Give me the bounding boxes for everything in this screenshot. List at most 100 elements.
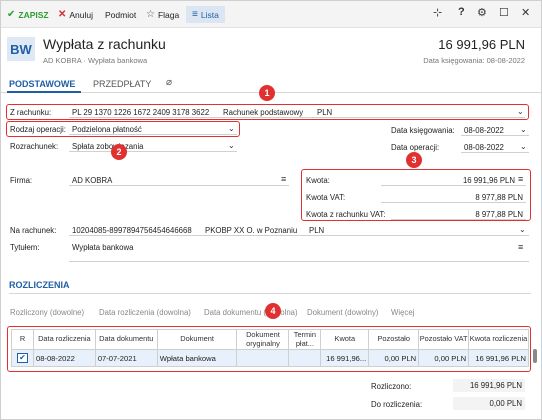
add-record-icon[interactable]: ⊹	[433, 6, 442, 19]
section-divider	[9, 293, 531, 294]
vat-label: Kwota VAT:	[306, 193, 346, 202]
filter-document[interactable]: Dokument (dowolny)	[307, 308, 379, 317]
settled-checkbox[interactable]: ✔	[11, 349, 34, 367]
settled-label: Rozliczono:	[371, 382, 412, 391]
page-subtitle: AD KOBRA · Wypłata bankowa	[43, 56, 148, 65]
cell-original	[236, 349, 290, 367]
filter-doc-date[interactable]: Data dokumentu (dowolna)	[204, 308, 298, 317]
column-header[interactable]: Kwota rozliczenia	[468, 329, 529, 350]
from-account-name: Rachunek podstawowy	[223, 108, 304, 117]
settlements-section-title: ROZLICZENIA	[9, 280, 70, 290]
check-icon: ✔	[7, 8, 16, 20]
cell-settle-amount: 16 991,96 PLN	[468, 349, 529, 367]
column-header[interactable]: Dokument	[156, 329, 238, 350]
active-tab-indicator	[7, 91, 81, 93]
column-header[interactable]: Kwota	[320, 329, 370, 350]
from-account-currency: PLN	[317, 108, 333, 117]
to-account-currency: PLN	[309, 226, 325, 235]
chevron-down-icon[interactable]: ⌄	[520, 142, 527, 151]
vat-account-label: Kwota z rachunku VAT:	[306, 210, 386, 219]
document-type-logo: BW	[7, 37, 35, 61]
flag-button[interactable]: ☆ Flaga	[146, 6, 179, 23]
callout-2: 2	[111, 144, 127, 160]
column-header[interactable]: R	[11, 329, 34, 350]
chevron-down-icon[interactable]: ⌄	[519, 225, 526, 234]
operation-type-label: Rodzaj operacji:	[10, 125, 66, 134]
title-label: Tytułem:	[10, 243, 40, 252]
filter-more[interactable]: Więcej	[391, 308, 414, 317]
settlement-value: Spłata zobowiązania	[72, 142, 144, 151]
save-button[interactable]: ✔ ZAPISZ	[7, 6, 49, 23]
header-booking-date: Data księgowania: 08-08-2022	[423, 56, 525, 65]
toolbar: ✔ ZAPISZ ✕ Anuluj Podmiot ☆ Flaga ≡ List…	[1, 1, 541, 28]
chevron-down-icon[interactable]: ⌄	[228, 141, 235, 150]
list-button[interactable]: ≡ Lista	[186, 6, 225, 23]
to-account-bank: PKOBP XX O. w Poznaniu	[205, 226, 298, 235]
column-header[interactable]: Dokument oryginalny	[236, 329, 290, 350]
column-header[interactable]: Data dokumentu	[94, 329, 158, 350]
operation-type-value: Podzielona płatność	[72, 125, 142, 134]
table-scrollbar[interactable]	[533, 349, 537, 363]
settlements-table: R Data rozliczenia Data dokumentu Dokume…	[11, 329, 529, 367]
menu-icon[interactable]: ≡	[518, 242, 523, 252]
booking-date-value: 08-08-2022	[464, 126, 504, 135]
close-window-icon[interactable]: ✕	[521, 6, 530, 19]
cell-amount: 16 991,96...	[320, 349, 370, 367]
tab-basic[interactable]: PODSTAWOWE	[9, 79, 75, 89]
chevron-down-icon[interactable]: ⌄	[520, 125, 527, 134]
booking-date-label: Data księgowania:	[391, 126, 455, 135]
settlement-label: Rozrachunek:	[10, 142, 59, 151]
amount-label: Kwota:	[306, 176, 330, 185]
company-value: AD KOBRA	[72, 176, 113, 185]
settled-value: 16 991,96 PLN	[453, 379, 525, 392]
from-account-number: PL 29 1370 1226 1672 2409 3178 3622	[72, 108, 210, 117]
vat-account-value: 8 977,88 PLN	[475, 210, 523, 219]
help-icon[interactable]: ?	[458, 6, 465, 18]
operation-date-label: Data operacji:	[391, 143, 440, 152]
column-header[interactable]: Pozostało	[368, 329, 420, 350]
to-settle-label: Do rozliczenia:	[371, 400, 423, 409]
list-icon: ≡	[192, 8, 198, 20]
attachment-icon[interactable]: ⌀	[166, 77, 172, 88]
menu-icon[interactable]: ≡	[281, 174, 286, 184]
close-icon: ✕	[58, 8, 67, 20]
operation-date-value: 08-08-2022	[464, 143, 504, 152]
star-icon: ☆	[146, 8, 155, 20]
menu-icon[interactable]: ≡	[518, 174, 523, 184]
page-title: Wypłata z rachunku	[43, 36, 166, 52]
cancel-button[interactable]: ✕ Anuluj	[58, 6, 93, 23]
cell-term	[288, 349, 322, 367]
gear-icon[interactable]: ⚙	[477, 6, 487, 19]
to-settle-value: 0,00 PLN	[453, 397, 525, 410]
cell-settle-date: 08-08-2022	[32, 349, 96, 367]
filter-settle-date[interactable]: Data rozliczenia (dowolna)	[99, 308, 191, 317]
from-account-label: Z rachunku:	[10, 108, 52, 117]
column-header[interactable]: Data rozliczenia	[32, 329, 96, 350]
column-header[interactable]: Pozostało VAT	[418, 329, 470, 350]
table-header-row: R Data rozliczenia Data dokumentu Dokume…	[11, 329, 529, 350]
callout-3: 3	[406, 152, 422, 168]
chevron-down-icon[interactable]: ⌄	[228, 124, 235, 133]
callout-1: 1	[259, 85, 275, 101]
column-header[interactable]: Termin płat...	[288, 329, 322, 350]
maximize-icon[interactable]: ☐	[499, 6, 509, 19]
subject-button[interactable]: Podmiot	[105, 6, 136, 23]
header-amount: 16 991,96 PLN	[438, 37, 525, 52]
check-icon: ✔	[16, 353, 28, 363]
vat-value: 8 977,88 PLN	[475, 193, 523, 202]
title-value: Wypłata bankowa	[72, 243, 134, 252]
tab-prepayments[interactable]: PRZEDPŁATY	[93, 79, 151, 89]
callout-4: 4	[265, 303, 281, 319]
cell-doc-date: 07-07-2021	[94, 349, 158, 367]
cell-remaining-vat: 0,00 PLN	[418, 349, 470, 367]
filter-settled[interactable]: Rozliczony (dowolne)	[10, 308, 84, 317]
cell-document: Wpłata bankowa	[156, 349, 238, 367]
chevron-down-icon[interactable]: ⌄	[517, 107, 524, 116]
table-row[interactable]: ✔ 08-08-2022 07-07-2021 Wpłata bankowa 1…	[11, 349, 529, 367]
to-account-number: 10204085-8997894756454646668	[72, 226, 192, 235]
company-label: Firma:	[10, 176, 33, 185]
cell-remaining: 0,00 PLN	[368, 349, 420, 367]
window: ✔ ZAPISZ ✕ Anuluj Podmiot ☆ Flaga ≡ List…	[0, 0, 542, 420]
title-input[interactable]	[69, 240, 529, 262]
to-account-label: Na rachunek:	[10, 226, 57, 235]
